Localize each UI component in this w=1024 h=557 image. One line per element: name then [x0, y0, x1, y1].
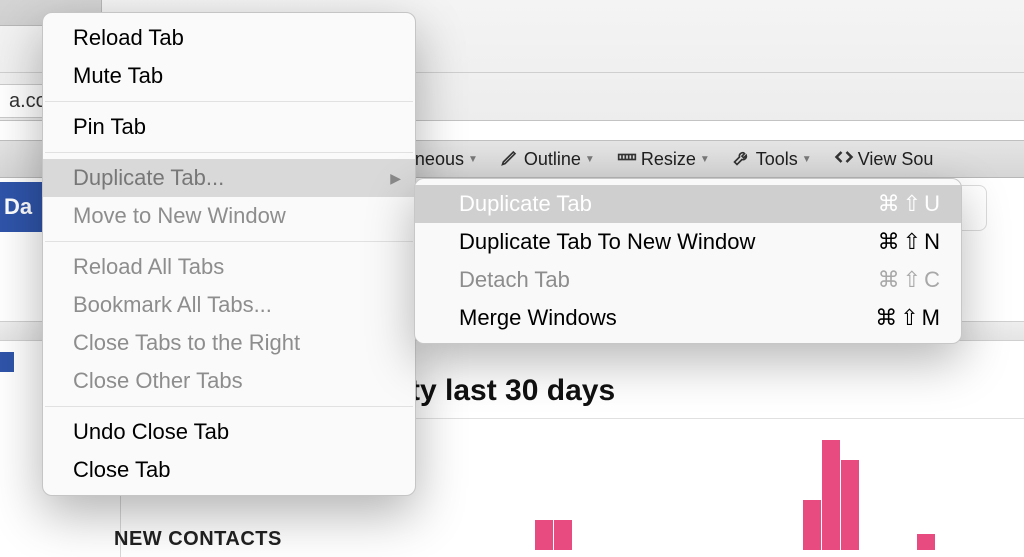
devbar-tools[interactable]: Tools ▼: [728, 147, 816, 172]
ctx-reload-all-tabs: Reload All Tabs: [43, 248, 415, 286]
ctx-undo-close-tab[interactable]: Undo Close Tab: [43, 413, 415, 451]
chart-bar: [917, 534, 935, 550]
submenu-detach-tab: Detach Tab ⌘⇧C: [415, 261, 961, 299]
keyboard-shortcut: ⌘⇧N: [878, 228, 941, 256]
chevron-down-icon: ▼: [700, 154, 710, 165]
keyboard-shortcut: ⌘⇧U: [878, 190, 941, 218]
devbar-resize-label: Resize: [641, 149, 696, 170]
submenu-item-label: Detach Tab: [459, 266, 570, 294]
activity-chart: [420, 440, 994, 550]
submenu-item-label: Merge Windows: [459, 304, 617, 332]
chart-bar: [841, 460, 859, 550]
wrench-icon: [732, 147, 752, 172]
keyboard-shortcut: ⌘⇧C: [878, 266, 941, 294]
ruler-icon: [617, 147, 637, 172]
submenu-arrow-icon: ▶: [390, 164, 401, 192]
chart-bar: [535, 520, 553, 550]
sidebar-marker: [0, 352, 14, 372]
ctx-move-to-new-window: Move to New Window: [43, 197, 415, 235]
ctx-item-label: Reload All Tabs: [73, 254, 224, 279]
ctx-item-label: Undo Close Tab: [73, 419, 229, 444]
devbar-outline[interactable]: Outline ▼: [496, 147, 599, 172]
keyboard-shortcut: ⌘⇧M: [875, 304, 941, 332]
ctx-item-label: Move to New Window: [73, 203, 286, 228]
ctx-separator: [45, 152, 413, 153]
ctx-item-label: Bookmark All Tabs...: [73, 292, 272, 317]
chevron-down-icon: ▼: [468, 154, 478, 165]
duplicate-tab-submenu[interactable]: Duplicate Tab ⌘⇧U Duplicate Tab To New Win…: [414, 178, 962, 344]
ctx-close-other-tabs: Close Other Tabs: [43, 362, 415, 400]
ctx-mute-tab[interactable]: Mute Tab: [43, 57, 415, 95]
devbar-resize[interactable]: Resize ▼: [613, 147, 714, 172]
sidebar-heading: NEW CONTACTS: [114, 528, 282, 551]
tab-context-menu[interactable]: Reload Tab Mute Tab Pin Tab Duplicate Tab..…: [42, 12, 416, 496]
ctx-close-tab[interactable]: Close Tab: [43, 451, 415, 489]
devbar-viewsource[interactable]: View Sou: [830, 147, 938, 172]
devbar-outline-label: Outline: [524, 149, 581, 170]
ctx-duplicate-tab[interactable]: Duplicate Tab... ▶: [43, 159, 415, 197]
ctx-separator: [45, 406, 413, 407]
submenu-merge-windows[interactable]: Merge Windows ⌘⇧M: [415, 299, 961, 337]
pencil-icon: [500, 147, 520, 172]
chart-bar: [803, 500, 821, 550]
code-icon: [834, 147, 854, 172]
ctx-item-label: Pin Tab: [73, 114, 146, 139]
chart-bar: [822, 440, 840, 550]
ctx-separator: [45, 101, 413, 102]
ctx-separator: [45, 241, 413, 242]
ctx-item-label: Close Other Tabs: [73, 368, 243, 393]
ctx-item-label: Close Tabs to the Right: [73, 330, 300, 355]
ctx-bookmark-all-tabs: Bookmark All Tabs...: [43, 286, 415, 324]
chart-bar: [554, 520, 572, 550]
chevron-down-icon: ▼: [802, 154, 812, 165]
chart-underline: [370, 418, 1024, 419]
chevron-down-icon: ▼: [585, 154, 595, 165]
submenu-duplicate-tab-to-new-window[interactable]: Duplicate Tab To New Window ⌘⇧N: [415, 223, 961, 261]
chart-title: ty last 30 days: [410, 374, 615, 408]
ctx-pin-tab[interactable]: Pin Tab: [43, 108, 415, 146]
ctx-reload-tab[interactable]: Reload Tab: [43, 19, 415, 57]
ctx-item-label: Mute Tab: [73, 63, 163, 88]
submenu-duplicate-tab[interactable]: Duplicate Tab ⌘⇧U: [415, 185, 961, 223]
nav-active-label: Da: [0, 194, 32, 220]
submenu-item-label: Duplicate Tab: [459, 190, 592, 218]
ctx-item-label: Duplicate Tab...: [73, 165, 224, 190]
ctx-item-label: Close Tab: [73, 457, 170, 482]
devbar-viewsource-label: View Sou: [858, 149, 934, 170]
ctx-item-label: Reload Tab: [73, 25, 184, 50]
devbar-tools-label: Tools: [756, 149, 798, 170]
submenu-item-label: Duplicate Tab To New Window: [459, 228, 755, 256]
ctx-close-tabs-to-the-right: Close Tabs to the Right: [43, 324, 415, 362]
